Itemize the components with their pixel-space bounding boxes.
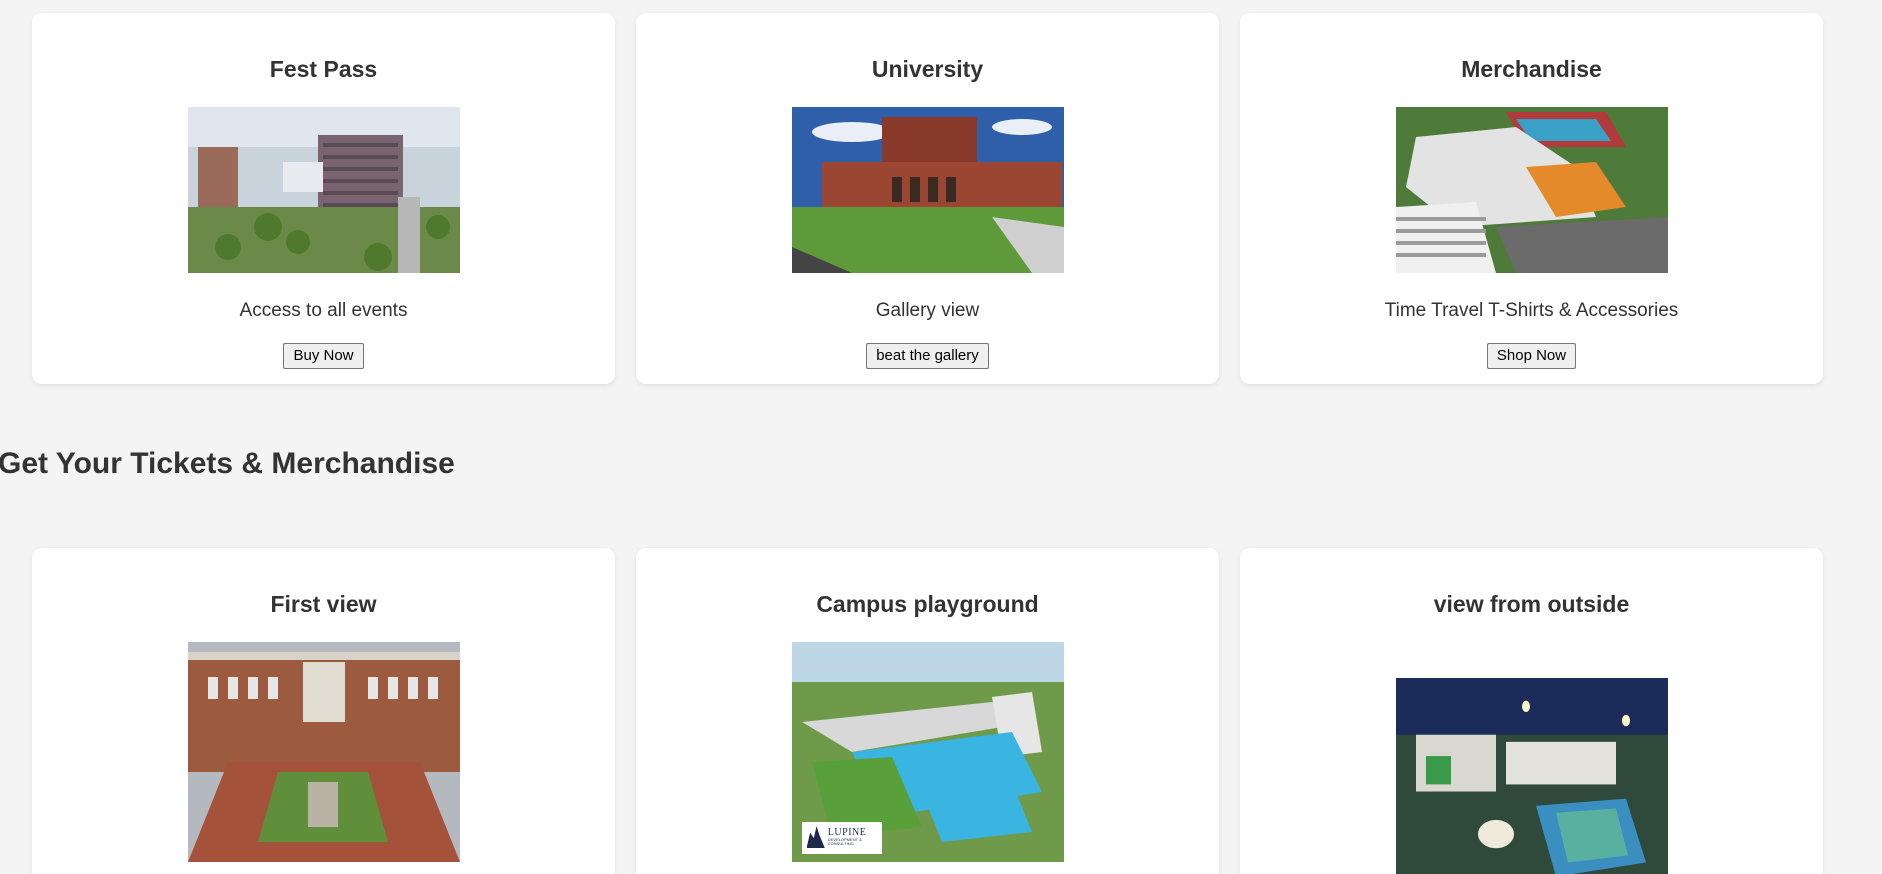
logo-subtext: DEVELOPMENT & CONSULTING (827, 837, 862, 846)
lupine-logo: LUPINE DEVELOPMENT & CONSULTING (803, 822, 882, 852)
card-fest-pass: Fest Pass Access to all events Buy Now (32, 13, 615, 384)
card-description: Access to all events (239, 300, 408, 321)
card-campus-playground: Campus playground LUPINE DEVELOPMENT & C… (636, 548, 1219, 874)
shop-now-button[interactable]: Shop Now (1486, 343, 1577, 369)
buy-now-button[interactable]: Buy Now (283, 343, 364, 369)
card-title: University (871, 56, 984, 82)
card-title: Fest Pass (269, 56, 378, 82)
top-card-row: Fest Pass Access to all events Buy Now U… (32, 13, 1823, 384)
card-title: Campus playground (816, 591, 1039, 617)
card-title: First view (270, 591, 377, 617)
card-title: view from outside (1433, 591, 1630, 617)
page: Fest Pass Access to all events Buy Now U… (0, 0, 1882, 874)
card-title: Merchandise (1461, 56, 1602, 82)
card-image: LUPINE DEVELOPMENT & CONSULTING (791, 642, 1064, 862)
card-first-view: First view (32, 548, 615, 874)
section-heading: Get Your Tickets & Merchandise (0, 447, 455, 480)
card-image (1395, 678, 1668, 874)
card-description: Gallery view (875, 300, 980, 321)
gallery-button[interactable]: beat the gallery (866, 343, 989, 369)
card-description: Time Travel T-Shirts & Accessories (1384, 300, 1679, 321)
card-view-from-outside: view from outside (1240, 548, 1823, 874)
card-university: University Gallery view beat the gallery (636, 13, 1219, 384)
card-merchandise: Merchandise Time Travel T-Shirts & Acces… (1240, 13, 1823, 384)
bottom-card-row: First view Campus playground LUPINE DEVE… (32, 548, 1823, 874)
wolf-icon (806, 826, 825, 848)
card-image (187, 642, 460, 862)
card-image (1395, 107, 1668, 273)
card-image (187, 107, 460, 273)
card-image (791, 107, 1064, 273)
